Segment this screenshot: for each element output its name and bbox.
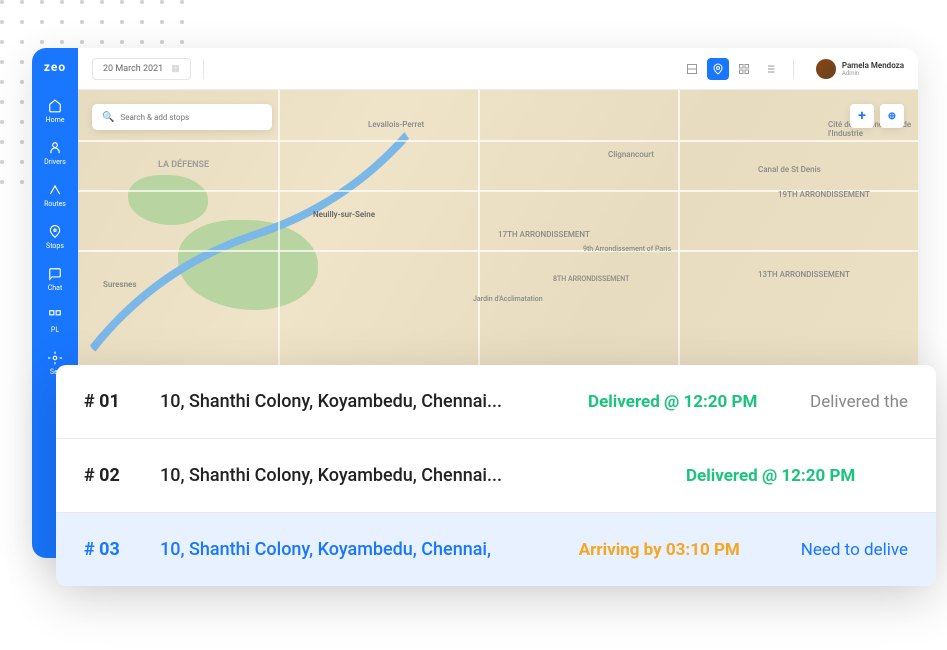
map-search[interactable]: 🔍 [92, 104, 272, 130]
delivery-number: # 01 [84, 391, 138, 412]
map-place-label: Jardin d'Acclimatation [473, 295, 543, 303]
view-toggles [681, 58, 781, 80]
delivery-status: Delivered @ 12:20 PM [686, 466, 886, 486]
map-actions: + ⊕ [850, 104, 904, 128]
delivery-status: Delivered @ 12:20 PM [588, 392, 788, 412]
search-icon: 🔍 [102, 112, 114, 123]
nav-routes[interactable]: Routes [32, 174, 78, 216]
view-dashboard[interactable] [681, 58, 703, 80]
locate-icon: ⊕ [888, 111, 896, 122]
map-road [78, 250, 918, 252]
delivery-number: # 02 [84, 465, 138, 486]
logo: zeo [44, 60, 66, 74]
delivery-row[interactable]: # 03 10, Shanthi Colony, Koyambedu, Chenn… [56, 513, 936, 586]
nav-home[interactable]: Home [32, 90, 78, 132]
delivery-address: 10, Shanthi Colony, Koyambedu, Chennai, [160, 539, 557, 560]
delivery-address: 10, Shanthi Colony, Koyambedu, Chennai..… [160, 465, 664, 486]
map-place-label: 17TH ARRONDISSEMENT [498, 230, 590, 239]
map-place-label: Levallois-Perret [368, 120, 424, 129]
delivery-address: 10, Shanthi Colony, Koyambedu, Chennai..… [160, 391, 566, 412]
map-road [78, 140, 918, 142]
nav-label: Stops [46, 242, 64, 250]
delivery-note: Need to delive [801, 540, 908, 560]
nav-label: Routes [44, 200, 66, 208]
view-map[interactable] [707, 58, 729, 80]
topbar: 20 March 2021 ▦ Pamela Mendoza Admin [78, 48, 918, 90]
map-place-label: 9th Arrondissement of Paris [583, 245, 671, 253]
nav-label: Home [46, 116, 65, 124]
user-info: Pamela Mendoza Admin [842, 61, 904, 77]
user-role: Admin [842, 70, 904, 77]
delivery-status: Arriving by 03:10 PM [579, 540, 779, 560]
delivery-note: Delivered the [810, 392, 908, 412]
avatar [816, 59, 836, 79]
map-place-label: 13TH ARRONDISSEMENT [758, 270, 850, 279]
map-place-label: 8TH ARRONDISSEMENT [553, 275, 629, 283]
map-place-label: 19TH ARRONDISSEMENT [778, 190, 870, 199]
delivery-row[interactable]: # 02 10, Shanthi Colony, Koyambedu, Chenn… [56, 439, 936, 513]
route-icon [48, 183, 62, 197]
pin-icon [48, 225, 62, 239]
calendar-icon: ▦ [171, 64, 180, 74]
date-selector[interactable]: 20 March 2021 ▦ [92, 58, 191, 80]
date-value: 20 March 2021 [103, 64, 163, 74]
nav-label: PL [51, 326, 59, 334]
nav-drivers[interactable]: Drivers [32, 132, 78, 174]
add-stop-button[interactable]: + [850, 104, 874, 128]
search-input[interactable] [120, 113, 262, 122]
home-icon [48, 99, 62, 113]
grid-icon [48, 309, 62, 323]
nav-stops[interactable]: Stops [32, 216, 78, 258]
locate-button[interactable]: ⊕ [880, 104, 904, 128]
delivery-list-panel: # 01 10, Shanthi Colony, Koyambedu, Chenn… [56, 365, 936, 586]
view-grid[interactable] [733, 58, 755, 80]
user-menu[interactable]: Pamela Mendoza Admin [816, 59, 904, 79]
map-place-label: LA DÉFENSE [158, 160, 209, 170]
divider [793, 59, 794, 79]
delivery-row[interactable]: # 01 10, Shanthi Colony, Koyambedu, Chenn… [56, 365, 936, 439]
nav-label: Drivers [44, 158, 66, 166]
delivery-number: # 03 [84, 539, 138, 560]
map-place-label: Clignancourt [608, 150, 654, 159]
gear-icon [48, 351, 62, 365]
divider [203, 59, 204, 79]
map-place-label: Neuilly-sur-Seine [313, 210, 375, 219]
view-list[interactable] [759, 58, 781, 80]
plus-icon: + [858, 108, 866, 124]
map-place-label: Canal de St Denis [758, 165, 821, 174]
map-place-label: Suresnes [103, 280, 136, 289]
user-name: Pamela Mendoza [842, 61, 904, 70]
user-icon [48, 141, 62, 155]
